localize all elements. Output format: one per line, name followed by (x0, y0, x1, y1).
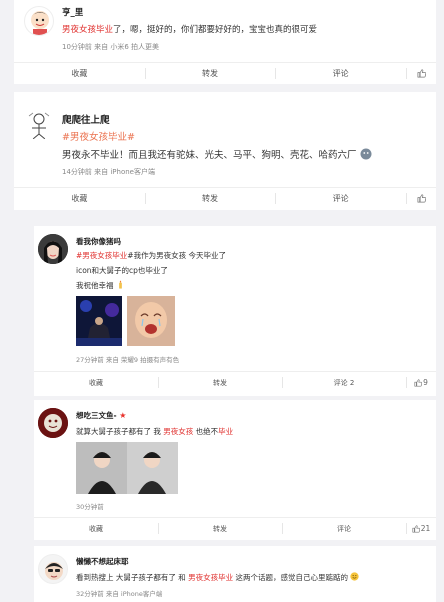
like-button[interactable]: 21 (406, 518, 436, 539)
post-text-line: icon和大舅子的cp也毕业了 (76, 266, 168, 275)
topic-link[interactable]: 男夜女孩毕业 (62, 25, 113, 35)
post-card: 亨_里 男夜女孩毕业了，嗯，挺好的，你们都要好好的，宝宝也真的很可爱 10分钟前… (14, 0, 436, 84)
repost-button[interactable]: 转发 (144, 63, 276, 84)
username[interactable]: 亨_里 (62, 6, 83, 18)
post-text: 就算大舅子孩子都有了 我 男夜女孩 也绝不毕业 (76, 427, 234, 436)
post-card: 懒懒不想起床耶 看到热搜上 大舅子孩子都有了 和 男夜女孩毕业 这两个话题，感觉… (34, 546, 436, 602)
favorite-button[interactable]: 收藏 (34, 372, 158, 393)
post-text: 男夜永不毕业！而且我还有驼妹、光夫、马平、狗明、壳花、哈药六厂 (62, 147, 372, 161)
username[interactable]: 想吃三文鱼- ★ (76, 410, 126, 421)
avatar[interactable] (24, 6, 54, 36)
topic-link[interactable]: #男夜女孩毕业 (76, 251, 127, 260)
like-button[interactable] (406, 188, 436, 209)
post-text-line: #男夜女孩毕业#我作为男夜女孩 今天毕业了 (76, 251, 226, 260)
repost-button[interactable]: 转发 (158, 372, 282, 393)
thumb-up-icon (412, 524, 420, 533)
avatar[interactable] (24, 110, 54, 140)
post-meta: 14分钟前 来自 iPhone客户端 (62, 168, 155, 176)
action-bar: 收藏 转发 评论 2 9 (34, 371, 436, 393)
pattern-avatar-icon (38, 408, 68, 438)
avatar[interactable] (38, 408, 68, 438)
username[interactable]: 看我你像猪吗 (76, 236, 121, 247)
post-text: 男夜女孩毕业了，嗯，挺好的，你们都要好好的，宝宝也真的很可爱 (62, 25, 318, 35)
two-people-photo-icon (76, 442, 178, 494)
repost-button[interactable]: 转发 (144, 188, 276, 209)
action-bar: 收藏 转发 评论 21 (34, 517, 436, 539)
post-text: 看到热搜上 大舅子孩子都有了 和 男夜女孩毕业 这两个话题，感觉自己心里踮踮的 (76, 572, 360, 583)
like-count: 21 (420, 524, 431, 533)
avatar[interactable] (38, 554, 68, 584)
comment-button[interactable]: 评论 (275, 188, 406, 209)
post-card: 看我你像猪吗 #男夜女孩毕业#我作为男夜女孩 今天毕业了 icon和大舅子的cp… (34, 226, 436, 396)
username[interactable]: 爬爬往上爬 (62, 112, 110, 126)
post-meta: 32分钟前 来自 iPhone客户端 (76, 590, 163, 598)
candle-emoji-icon (119, 280, 122, 289)
boy-avatar-icon (45, 562, 63, 580)
action-bar: 收藏 转发 评论 (14, 62, 436, 84)
post-text-line: 我祝他幸福 (76, 280, 125, 291)
girl-avatar-icon (38, 234, 68, 264)
topic-link[interactable]: 男夜女孩毕业 (188, 573, 233, 582)
thumb-up-icon (417, 69, 426, 78)
stage-photo-icon (76, 296, 122, 346)
sketch-avatar-icon (28, 112, 50, 140)
post-image[interactable] (76, 296, 122, 346)
username[interactable]: 懒懒不想起床耶 (76, 556, 129, 567)
thumb-up-icon (414, 378, 423, 387)
favorite-button[interactable]: 收藏 (14, 188, 145, 209)
comment-button[interactable]: 评论 2 (282, 372, 406, 393)
thumb-up-icon (417, 194, 426, 203)
post-image[interactable] (76, 442, 178, 494)
post-image[interactable] (127, 296, 175, 346)
star-badge-icon: ★ (119, 411, 127, 420)
comment-button[interactable]: 评论 (275, 63, 406, 84)
emoji-icon (360, 148, 372, 160)
post-card: 爬爬往上爬 #男夜女孩毕业# 男夜永不毕业！而且我还有驼妹、光夫、马平、狗明、壳… (14, 92, 436, 210)
crying-baby-photo-icon (127, 296, 175, 346)
like-button[interactable] (406, 63, 436, 84)
cartoon-avatar-icon (31, 11, 49, 35)
post-meta: 30分钟前 (76, 503, 104, 511)
post-meta: 27分钟前 来自 荣耀9 拍摄有声有色 (76, 356, 180, 364)
like-button[interactable]: 9 (406, 372, 436, 393)
like-count: 9 (423, 378, 428, 387)
favorite-button[interactable]: 收藏 (14, 63, 145, 84)
topic-link[interactable]: 毕业 (218, 427, 233, 436)
favorite-button[interactable]: 收藏 (34, 518, 158, 539)
topic-link[interactable]: 男夜女孩 (163, 427, 193, 436)
comment-button[interactable]: 评论 (282, 518, 406, 539)
smile-emoji-icon (350, 572, 360, 581)
repost-button[interactable]: 转发 (158, 518, 282, 539)
topic-link[interactable]: #男夜女孩毕业# (62, 129, 135, 143)
action-bar: 收藏 转发 评论 (14, 187, 436, 209)
avatar[interactable] (38, 234, 68, 264)
post-card: 想吃三文鱼- ★ 就算大舅子孩子都有了 我 男夜女孩 也绝不毕业 30分钟前 收… (34, 400, 436, 540)
post-meta: 10分钟前 来自 小米6 拍人更美 (62, 43, 160, 51)
